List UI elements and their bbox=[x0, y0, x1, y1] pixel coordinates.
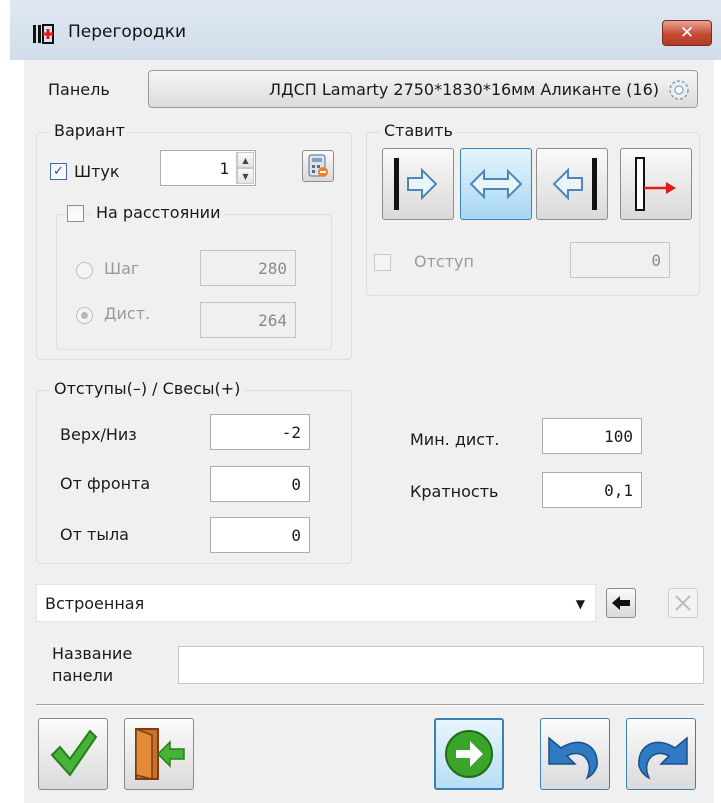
dialog-window: Перегородки ✕ Панель ЛДСП Lamarty 2750*1… bbox=[0, 0, 721, 803]
variant-title: Вариант bbox=[50, 121, 129, 140]
front-input[interactable]: 0 bbox=[210, 466, 310, 502]
distance-label: На расстоянии bbox=[92, 203, 225, 222]
panel-name-input[interactable] bbox=[178, 646, 704, 684]
dist-input[interactable]: 264 bbox=[200, 302, 296, 338]
front-label: От фронта bbox=[60, 474, 151, 493]
arrow-left-to-wall-icon bbox=[552, 158, 597, 210]
step-label: Шаг bbox=[104, 259, 140, 278]
close-button[interactable]: ✕ bbox=[662, 20, 712, 46]
place-outside-button[interactable] bbox=[620, 148, 692, 220]
separator bbox=[36, 704, 704, 706]
dist-radio[interactable] bbox=[76, 307, 93, 324]
offset-input[interactable]: 0 bbox=[570, 242, 670, 278]
min-dist-label: Мин. дист. bbox=[410, 430, 500, 449]
multiplicity-label: Кратность bbox=[410, 482, 499, 501]
place-center-button[interactable] bbox=[460, 148, 532, 220]
app-icon bbox=[33, 24, 54, 44]
redo-button[interactable] bbox=[626, 718, 696, 790]
step-radio[interactable] bbox=[76, 262, 93, 279]
step-input[interactable]: 280 bbox=[200, 250, 296, 286]
panel-name-label-line1: Название bbox=[52, 644, 133, 663]
spin-down-icon[interactable]: ▼ bbox=[237, 168, 254, 184]
apply-preset-button[interactable] bbox=[606, 588, 636, 618]
redo-icon bbox=[638, 736, 688, 780]
delete-preset-button[interactable] bbox=[668, 588, 698, 618]
place-title: Ставить bbox=[380, 121, 457, 140]
red-arrow-out-icon bbox=[635, 157, 676, 211]
back-input[interactable]: 0 bbox=[210, 517, 310, 553]
arrow-right-from-wall-icon bbox=[394, 158, 438, 210]
count-spinner[interactable]: ▲ ▼ bbox=[236, 152, 254, 184]
checkmark-icon bbox=[50, 729, 98, 777]
top-bottom-input[interactable]: -2 bbox=[210, 414, 310, 450]
next-button[interactable] bbox=[434, 718, 504, 790]
exit-button[interactable] bbox=[124, 718, 194, 790]
undo-icon bbox=[548, 736, 598, 780]
dist-label: Дист. bbox=[104, 304, 151, 323]
place-from-left-button[interactable] bbox=[382, 148, 454, 220]
place-from-right-button[interactable] bbox=[536, 148, 608, 220]
window-title: Перегородки bbox=[68, 22, 187, 42]
offset-checkbox[interactable] bbox=[374, 254, 391, 271]
exit-door-icon bbox=[135, 727, 185, 780]
double-arrow-icon bbox=[469, 168, 523, 200]
calculator-button[interactable] bbox=[302, 150, 334, 182]
back-label: От тыла bbox=[60, 525, 129, 544]
distance-checkbox[interactable] bbox=[67, 205, 84, 222]
preset-combobox[interactable]: Встроенная ▼ bbox=[36, 584, 596, 622]
close-icon bbox=[675, 595, 691, 611]
multiplicity-input[interactable]: 0,1 bbox=[542, 472, 642, 508]
chevron-down-icon[interactable]: ▼ bbox=[576, 597, 585, 611]
offsets-title: Отступы(–) / Свесы(+) bbox=[50, 379, 245, 398]
arrow-left-icon bbox=[612, 596, 630, 610]
count-checkbox[interactable]: ✓ bbox=[50, 163, 67, 180]
green-arrow-right-icon bbox=[445, 730, 493, 778]
undo-button[interactable] bbox=[540, 718, 610, 790]
panel-label: Панель bbox=[48, 80, 110, 99]
count-label: Штук bbox=[74, 162, 120, 181]
panel-value: ЛДСП Lamarty 2750*1830*16мм Аликанте (16… bbox=[269, 79, 659, 99]
offset-label: Отступ bbox=[414, 252, 474, 271]
preset-value: Встроенная bbox=[45, 594, 145, 613]
min-dist-input[interactable]: 100 bbox=[542, 418, 642, 454]
ok-button[interactable] bbox=[38, 718, 108, 790]
panel-name-label-line2: панели bbox=[52, 666, 114, 685]
gear-icon bbox=[669, 80, 689, 100]
title-bar: Перегородки ✕ bbox=[10, 0, 721, 60]
calculator-icon bbox=[308, 154, 328, 177]
panel-select-button[interactable]: ЛДСП Lamarty 2750*1830*16мм Аликанте (16… bbox=[148, 70, 698, 108]
top-bottom-label: Верх/Низ bbox=[60, 425, 137, 444]
close-icon: ✕ bbox=[679, 23, 695, 43]
spin-up-icon[interactable]: ▲ bbox=[237, 152, 254, 168]
